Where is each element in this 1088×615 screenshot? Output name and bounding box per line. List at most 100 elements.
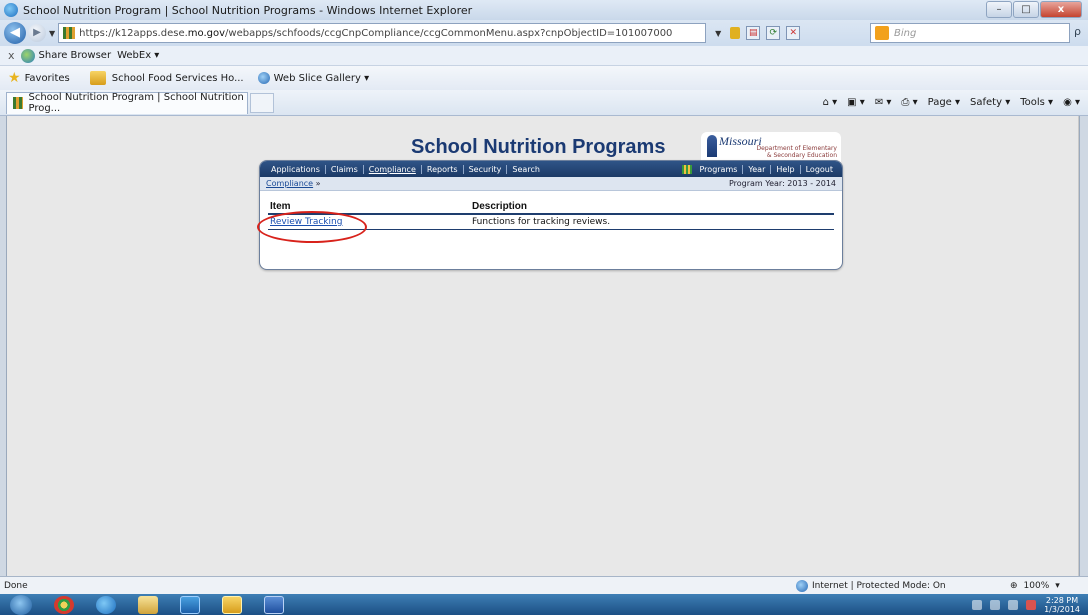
- menu-claims[interactable]: Claims: [326, 164, 364, 174]
- tray-network-icon[interactable]: [990, 599, 1001, 610]
- url-prefix: https://k12apps.dese.: [79, 27, 188, 39]
- red-circle-annotation: [257, 211, 367, 243]
- media-player-icon[interactable]: [180, 595, 200, 614]
- webex-button[interactable]: WebEx ▾: [117, 50, 159, 61]
- system-tray: 2:28 PM 1/3/2014: [972, 596, 1080, 614]
- compatibility-icon[interactable]: ▤: [746, 26, 761, 40]
- address-row: ◀ ▶ ▼ https://k12apps.dese. mo.gov/webapp…: [0, 20, 1088, 46]
- tab-bar: School Nutrition Program | School Nutrit…: [0, 90, 1088, 116]
- close-button[interactable]: x: [1040, 1, 1082, 18]
- file-explorer-icon[interactable]: [138, 595, 158, 614]
- back-button[interactable]: ◀: [4, 22, 26, 44]
- logo-sub-line-2: & Secondary Education: [766, 152, 837, 159]
- search-placeholder: Bing: [894, 27, 917, 39]
- status-text: Done: [4, 580, 28, 591]
- word-icon[interactable]: [264, 595, 284, 614]
- breadcrumb-compliance[interactable]: Compliance: [266, 179, 313, 188]
- print-icon[interactable]: ⎙ ▾: [901, 97, 917, 108]
- scrollbar[interactable]: [1078, 116, 1079, 576]
- help-icon[interactable]: ◉ ▾: [1063, 97, 1080, 108]
- share-browser-icon: [20, 48, 35, 63]
- menu-reports[interactable]: Reports: [422, 164, 464, 174]
- mail-icon[interactable]: ✉ ▾: [875, 97, 892, 108]
- refresh-icon[interactable]: ⟳: [766, 26, 781, 40]
- logo-sub-line-1: Department of Elementary: [756, 145, 837, 152]
- home-icon[interactable]: ⌂ ▾: [823, 97, 838, 108]
- menu-compliance[interactable]: Compliance: [364, 164, 422, 174]
- tools-menu[interactable]: Tools ▾: [1020, 97, 1053, 108]
- logo-mark-icon: [707, 135, 717, 157]
- site-menu-right: Programs Year Help Logout: [681, 164, 843, 174]
- zoom-control[interactable]: ⊕ 100% ▾: [1010, 581, 1060, 591]
- chrome-icon[interactable]: [54, 595, 74, 614]
- menu-programs[interactable]: Programs: [695, 165, 743, 174]
- search-input[interactable]: Bing: [870, 23, 1070, 43]
- url-path: /webapps/schfoods/ccgCnpCompliance/ccgCo…: [225, 27, 673, 39]
- maximize-button[interactable]: □: [1013, 1, 1039, 18]
- clock-time: 2:28 PM: [1045, 595, 1079, 605]
- url-domain: mo.gov: [187, 27, 226, 39]
- logo-word: Missouri: [719, 134, 762, 148]
- page-viewport: School Nutrition Programs Missouri Depar…: [6, 116, 1080, 576]
- share-browser-button[interactable]: Share Browser: [39, 50, 112, 61]
- address-dropdown-icon[interactable]: ▼: [715, 29, 721, 38]
- bing-icon: [875, 26, 889, 40]
- address-tools: ▼ ▤ ⟳ ✕: [712, 26, 801, 40]
- search-icon[interactable]: ρ: [1074, 25, 1081, 38]
- review-tracking-description: Functions for tracking reviews.: [472, 217, 611, 227]
- command-bar: ⌂ ▾ ▣ ▾ ✉ ▾ ⎙ ▾ Page ▾ Safety ▾ Tools ▾ …: [823, 97, 1080, 108]
- clock-date: 1/3/2014: [1044, 604, 1080, 614]
- programs-icon: [681, 164, 692, 174]
- windows-taskbar: 2:28 PM 1/3/2014: [0, 594, 1088, 615]
- outlook-icon[interactable]: [222, 595, 242, 614]
- security-zone[interactable]: Internet | Protected Mode: On: [796, 579, 946, 592]
- tab-label: School Nutrition Program | School Nutrit…: [28, 92, 244, 114]
- toolbar-close-icon[interactable]: x: [8, 49, 15, 62]
- lock-icon[interactable]: [730, 27, 741, 39]
- breadcrumb: Compliance » Program Year: 2013 - 2014: [260, 177, 842, 191]
- page-menu[interactable]: Page ▾: [928, 97, 960, 108]
- breadcrumb-separator: »: [315, 179, 321, 188]
- minimize-button[interactable]: –: [986, 1, 1012, 18]
- safety-menu[interactable]: Safety ▾: [970, 97, 1010, 108]
- favorite-link-web-slice[interactable]: Web Slice Gallery ▾: [274, 73, 370, 84]
- web-slice-icon: [257, 72, 270, 84]
- zoom-dropdown[interactable]: ▾: [1055, 581, 1060, 591]
- internet-explorer-icon[interactable]: [96, 595, 116, 614]
- menu-security[interactable]: Security: [464, 164, 508, 174]
- window-controls: – □ x: [985, 1, 1082, 18]
- tab-school-nutrition[interactable]: School Nutrition Program | School Nutrit…: [6, 91, 248, 114]
- program-year: Program Year: 2013 - 2014: [728, 179, 836, 188]
- history-dropdown-icon[interactable]: ▼: [49, 29, 55, 38]
- feeds-icon[interactable]: ▣ ▾: [847, 97, 865, 108]
- site-menu: Applications Claims Compliance Reports S…: [260, 161, 842, 177]
- start-button[interactable]: [10, 594, 32, 615]
- window-title: School Nutrition Program | School Nutrit…: [23, 3, 473, 17]
- tray-alert-icon[interactable]: [1026, 599, 1037, 610]
- favorite-link-school-food[interactable]: School Food Services Ho...: [112, 73, 244, 84]
- menu-help[interactable]: Help: [770, 164, 799, 174]
- menu-year[interactable]: Year: [742, 164, 770, 174]
- zone-text: Internet | Protected Mode: On: [812, 580, 946, 591]
- zoom-level: 100%: [1023, 580, 1050, 591]
- status-bar: Done Internet | Protected Mode: On ⊕ 100…: [0, 576, 1088, 594]
- site-favicon-icon: [63, 27, 76, 39]
- list-header: Item Description: [268, 201, 834, 215]
- clock[interactable]: 2:28 PM 1/3/2014: [1044, 596, 1080, 614]
- webex-toolbar: x Share Browser WebEx ▾: [0, 46, 1088, 66]
- add-favorite-icon[interactable]: [89, 71, 106, 85]
- forward-button[interactable]: ▶: [28, 24, 46, 42]
- internet-zone-icon: [796, 579, 808, 592]
- menu-search[interactable]: Search: [507, 165, 544, 174]
- tray-arrow-icon[interactable]: [972, 599, 983, 610]
- address-bar[interactable]: https://k12apps.dese. mo.gov/webapps/schf…: [58, 23, 707, 43]
- favorites-button[interactable]: Favorites: [25, 73, 70, 84]
- menu-applications[interactable]: Applications: [266, 164, 326, 174]
- tray-volume-icon[interactable]: [1008, 599, 1019, 610]
- favorites-bar: ★ Favorites School Food Services Ho... W…: [0, 66, 1088, 90]
- dese-logo: Missouri Department of Elementary & Seco…: [701, 132, 841, 162]
- stop-icon[interactable]: ✕: [786, 26, 801, 40]
- header-item: Item: [270, 201, 291, 212]
- menu-logout[interactable]: Logout: [799, 164, 838, 174]
- new-tab-button[interactable]: [250, 92, 274, 113]
